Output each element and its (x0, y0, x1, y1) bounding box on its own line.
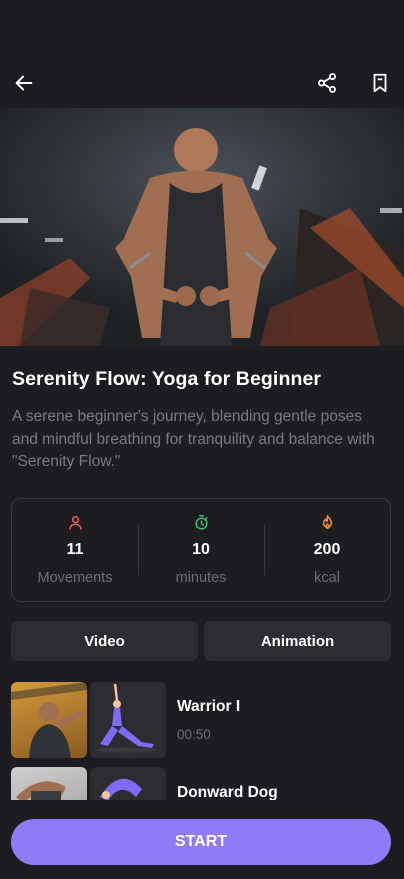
exercise-animation (90, 682, 166, 758)
list-item[interactable]: Donward Dog (0, 767, 404, 800)
stat-label: Movements (37, 570, 113, 586)
stat-value: 10 (192, 541, 210, 558)
stat-label: kcal (314, 570, 340, 586)
bookmark-button[interactable] (365, 68, 395, 98)
arrow-left-icon (15, 75, 33, 91)
exercise-name: Donward Dog (177, 784, 278, 800)
exercise-photo (11, 682, 87, 758)
exercise-photo (11, 767, 87, 800)
stat-movements: 11 Movements (12, 499, 138, 601)
stat-value: 200 (313, 541, 341, 558)
workout-description: A serene beginner's journey, blending ge… (12, 408, 375, 470)
exercise-list: Warrior I 00:50 Donward Dog (0, 682, 404, 800)
hero-image (0, 108, 404, 346)
flame-icon (322, 514, 332, 529)
tab-video[interactable]: Video (11, 621, 198, 661)
stat-kcal: 200 kcal (264, 499, 390, 601)
stat-value: 11 (66, 541, 84, 558)
exercise-name: Warrior I (177, 698, 241, 715)
exercise-animation (90, 767, 166, 800)
timer-icon (194, 514, 208, 530)
stat-minutes: 10 minutes (138, 499, 264, 601)
tab-animation[interactable]: Animation (204, 621, 391, 661)
stat-label: minutes (175, 570, 227, 586)
back-button[interactable] (9, 68, 39, 98)
list-item[interactable]: Warrior I 00:50 (0, 682, 404, 758)
stats-card: 11 Movements 10 minutes 200 kcal (11, 498, 391, 602)
share-icon (318, 73, 336, 93)
start-button[interactable]: START (11, 819, 391, 865)
share-button[interactable] (312, 68, 342, 98)
person-icon (68, 516, 82, 530)
bookmark-icon (373, 73, 387, 93)
top-bar (0, 0, 404, 108)
exercise-duration: 00:50 (177, 727, 211, 742)
workout-title: Serenity Flow: Yoga for Beginner (12, 368, 322, 390)
